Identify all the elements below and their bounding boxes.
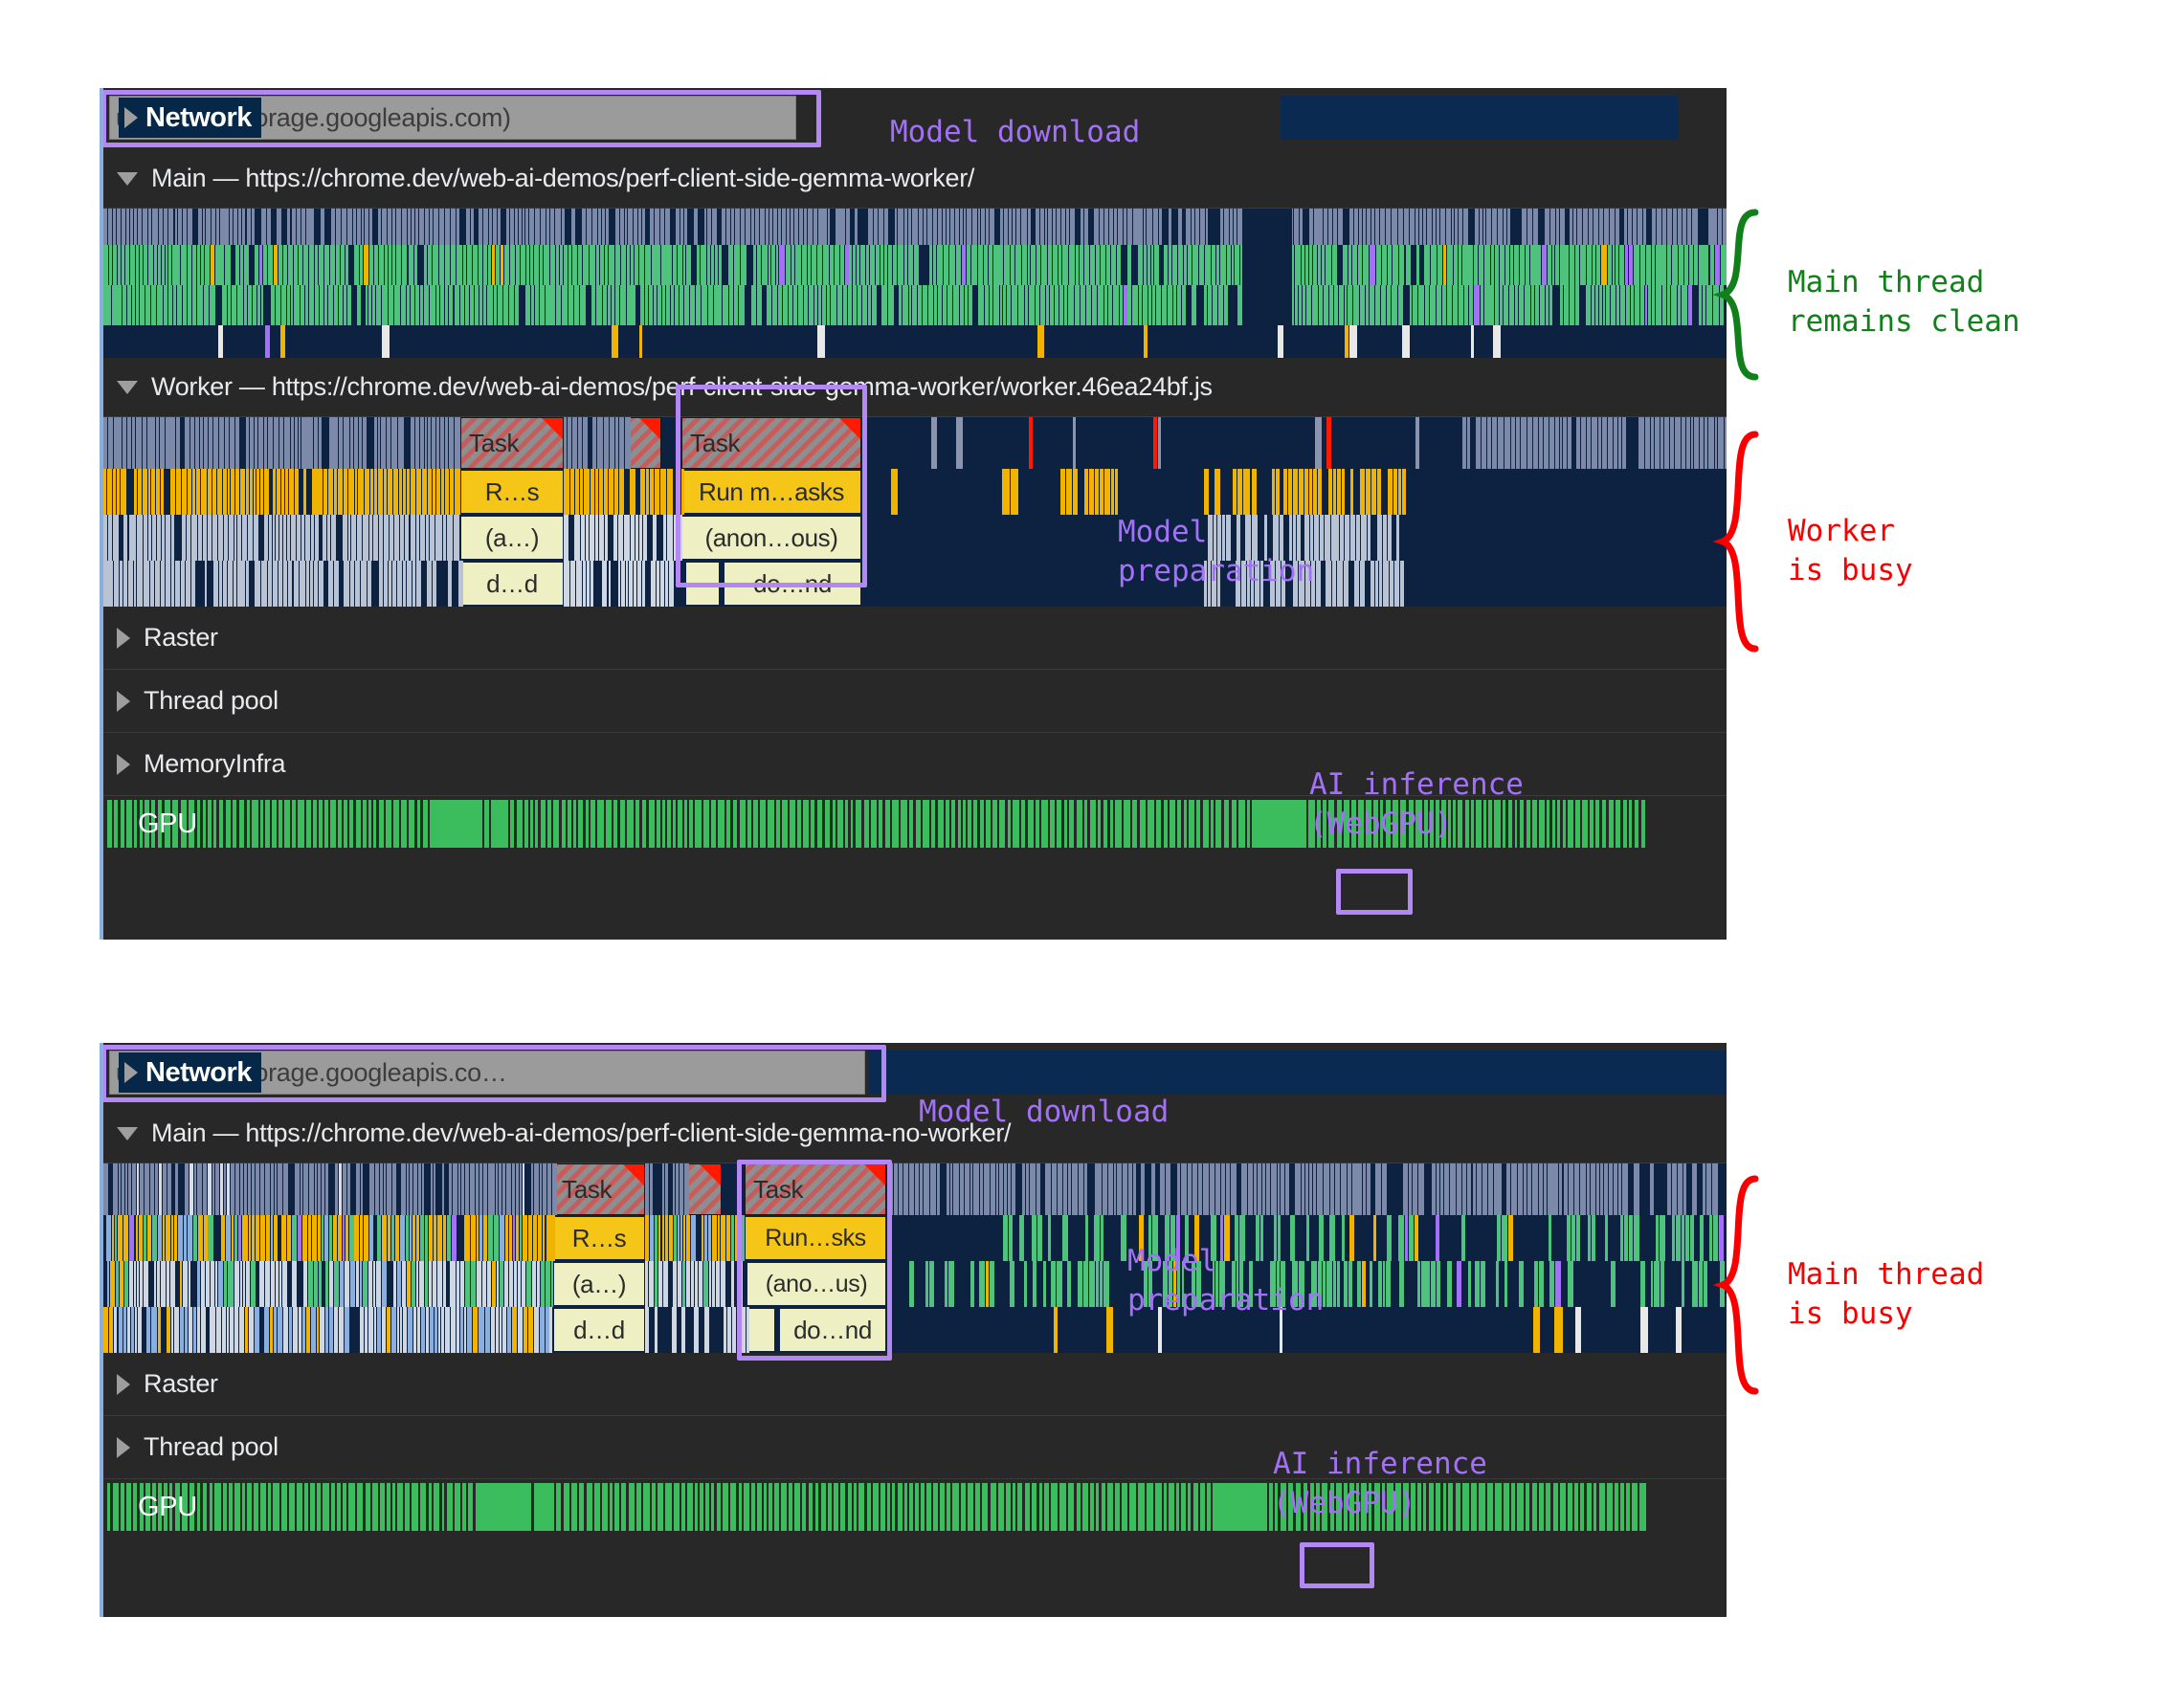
annotation-model-download-2: Model download [919, 1095, 1170, 1129]
raster-track-label: Raster [144, 623, 218, 652]
screenshot-root: u-int4.bin (storage.googleapis.com) Netw… [0, 0, 2184, 1705]
network-track-label: Network [145, 101, 252, 133]
annotation-ai-inference-2: AI inference (WebGPU) [1273, 1447, 1487, 1521]
network-download-bar [869, 1051, 1727, 1095]
triangle-right-icon [117, 1436, 130, 1458]
main-flame-row-task[interactable]: Task Task [103, 1163, 1727, 1215]
annotation-model-preparation-1: Model preparation [1118, 515, 1315, 589]
download-bar-pad[interactable] [685, 562, 720, 606]
raster-track-header[interactable]: Raster [103, 607, 1727, 670]
run-bar-2[interactable]: Run m…asks [681, 470, 861, 514]
download-bar-1[interactable]: d…d [553, 1308, 645, 1352]
annotation-worker-busy: Worker is busy [1788, 514, 1913, 588]
main-flame-row-1[interactable] [103, 245, 1727, 285]
brace-red-main [1713, 1175, 1759, 1395]
main-flame-row-run[interactable]: R…s Run…sks [103, 1215, 1727, 1261]
task-block-small[interactable] [625, 417, 661, 469]
triangle-right-icon [117, 753, 130, 775]
annotation-main-busy: Main thread is busy [1788, 1257, 1985, 1332]
anon-bar-2[interactable]: (anon…ous) [681, 516, 861, 560]
triangle-down-icon [117, 380, 138, 394]
triangle-down-icon [117, 1126, 138, 1140]
worker-flame-row-run[interactable]: R…s Run m…asks [103, 469, 1727, 515]
annotation-main-clean: Main thread remains clean [1788, 265, 2020, 340]
main-flame-row-2[interactable] [103, 285, 1727, 325]
annotation-ai-inference-1: AI inference (WebGPU) [1309, 767, 1524, 842]
main-track-title: Main — https://chrome.dev/web-ai-demos/p… [151, 164, 975, 192]
worker-flame-row-task[interactable]: Task Task [103, 417, 1727, 469]
task-block-1[interactable]: Task [460, 417, 564, 469]
triangle-right-icon [117, 690, 130, 712]
threadpool-track-label: Thread pool [144, 1432, 279, 1461]
memoryinfra-track-label: MemoryInfra [144, 749, 286, 778]
triangle-right-icon [124, 1062, 138, 1083]
highlight-webgpu-inference [1336, 869, 1413, 915]
network-track-pill[interactable]: Network [119, 1052, 261, 1093]
anon-bar-1[interactable]: (a…) [553, 1262, 645, 1306]
brace-green [1713, 209, 1759, 381]
annotation-model-download-1: Model download [890, 115, 1141, 149]
worker-flame-row-download[interactable]: d…d do…nd [103, 561, 1727, 607]
raster-track-label: Raster [144, 1369, 218, 1398]
performance-panel-no-worker: u-int4.bin (storage.googleapis.co… Netwo… [100, 1043, 1727, 1617]
task-block-2[interactable]: Task [681, 417, 861, 469]
triangle-down-icon [117, 171, 138, 186]
main-flame-row-3[interactable] [103, 325, 1727, 358]
gpu-track-label: GPU [138, 1491, 197, 1522]
worker-track-title: Worker — https://chrome.dev/web-ai-demos… [151, 372, 1213, 401]
network-track-pill[interactable]: Network [119, 98, 261, 138]
worker-flame-row-anon[interactable]: (a…) (anon…ous) [103, 515, 1727, 561]
run-bar-2[interactable]: Run…sks [745, 1216, 886, 1260]
main-flame-row-download[interactable]: d…d do…nd [103, 1307, 1727, 1353]
task-block-1[interactable]: Task [553, 1163, 645, 1215]
gpu-track-pill[interactable]: GPU [123, 1487, 212, 1527]
highlight-webgpu-inference [1300, 1542, 1374, 1588]
triangle-right-icon [117, 627, 130, 649]
task-block-2[interactable]: Task [745, 1163, 886, 1215]
download-bar-1[interactable]: d…d [460, 562, 564, 606]
task-block-small[interactable] [687, 1163, 722, 1215]
run-bar-1[interactable]: R…s [553, 1216, 645, 1260]
main-track-header[interactable]: Main — https://chrome.dev/web-ai-demos/p… [103, 1104, 1727, 1163]
threadpool-track-header[interactable]: Thread pool [103, 670, 1727, 733]
network-download-bar [1281, 96, 1678, 140]
main-track-header[interactable]: Main — https://chrome.dev/web-ai-demos/p… [103, 149, 1727, 209]
triangle-right-icon [117, 1373, 130, 1395]
raster-track-header[interactable]: Raster [103, 1353, 1727, 1416]
anon-bar-1[interactable]: (a…) [460, 516, 564, 560]
brace-red-worker [1713, 431, 1759, 653]
gpu-track-pill[interactable]: GPU [123, 804, 212, 844]
download-bar-pad[interactable] [748, 1308, 775, 1352]
annotation-model-preparation-2: Model preparation [1127, 1244, 1325, 1318]
download-bar-2[interactable]: do…nd [724, 562, 861, 606]
main-flame-row-anon[interactable]: (a…) (ano…us) [103, 1261, 1727, 1307]
network-track-label: Network [145, 1056, 252, 1088]
gpu-track-label: GPU [138, 808, 197, 839]
anon-bar-2[interactable]: (ano…us) [747, 1262, 886, 1306]
main-track-title: Main — https://chrome.dev/web-ai-demos/p… [151, 1118, 1012, 1147]
threadpool-track-label: Thread pool [144, 686, 279, 715]
worker-track-header[interactable]: Worker — https://chrome.dev/web-ai-demos… [103, 358, 1727, 417]
main-flame-row-0[interactable] [103, 209, 1727, 245]
network-track-row[interactable]: u-int4.bin (storage.googleapis.co… Netwo… [103, 1043, 1727, 1104]
triangle-right-icon [124, 107, 138, 128]
download-bar-2[interactable]: do…nd [779, 1308, 886, 1352]
run-bar-1[interactable]: R…s [460, 470, 564, 514]
